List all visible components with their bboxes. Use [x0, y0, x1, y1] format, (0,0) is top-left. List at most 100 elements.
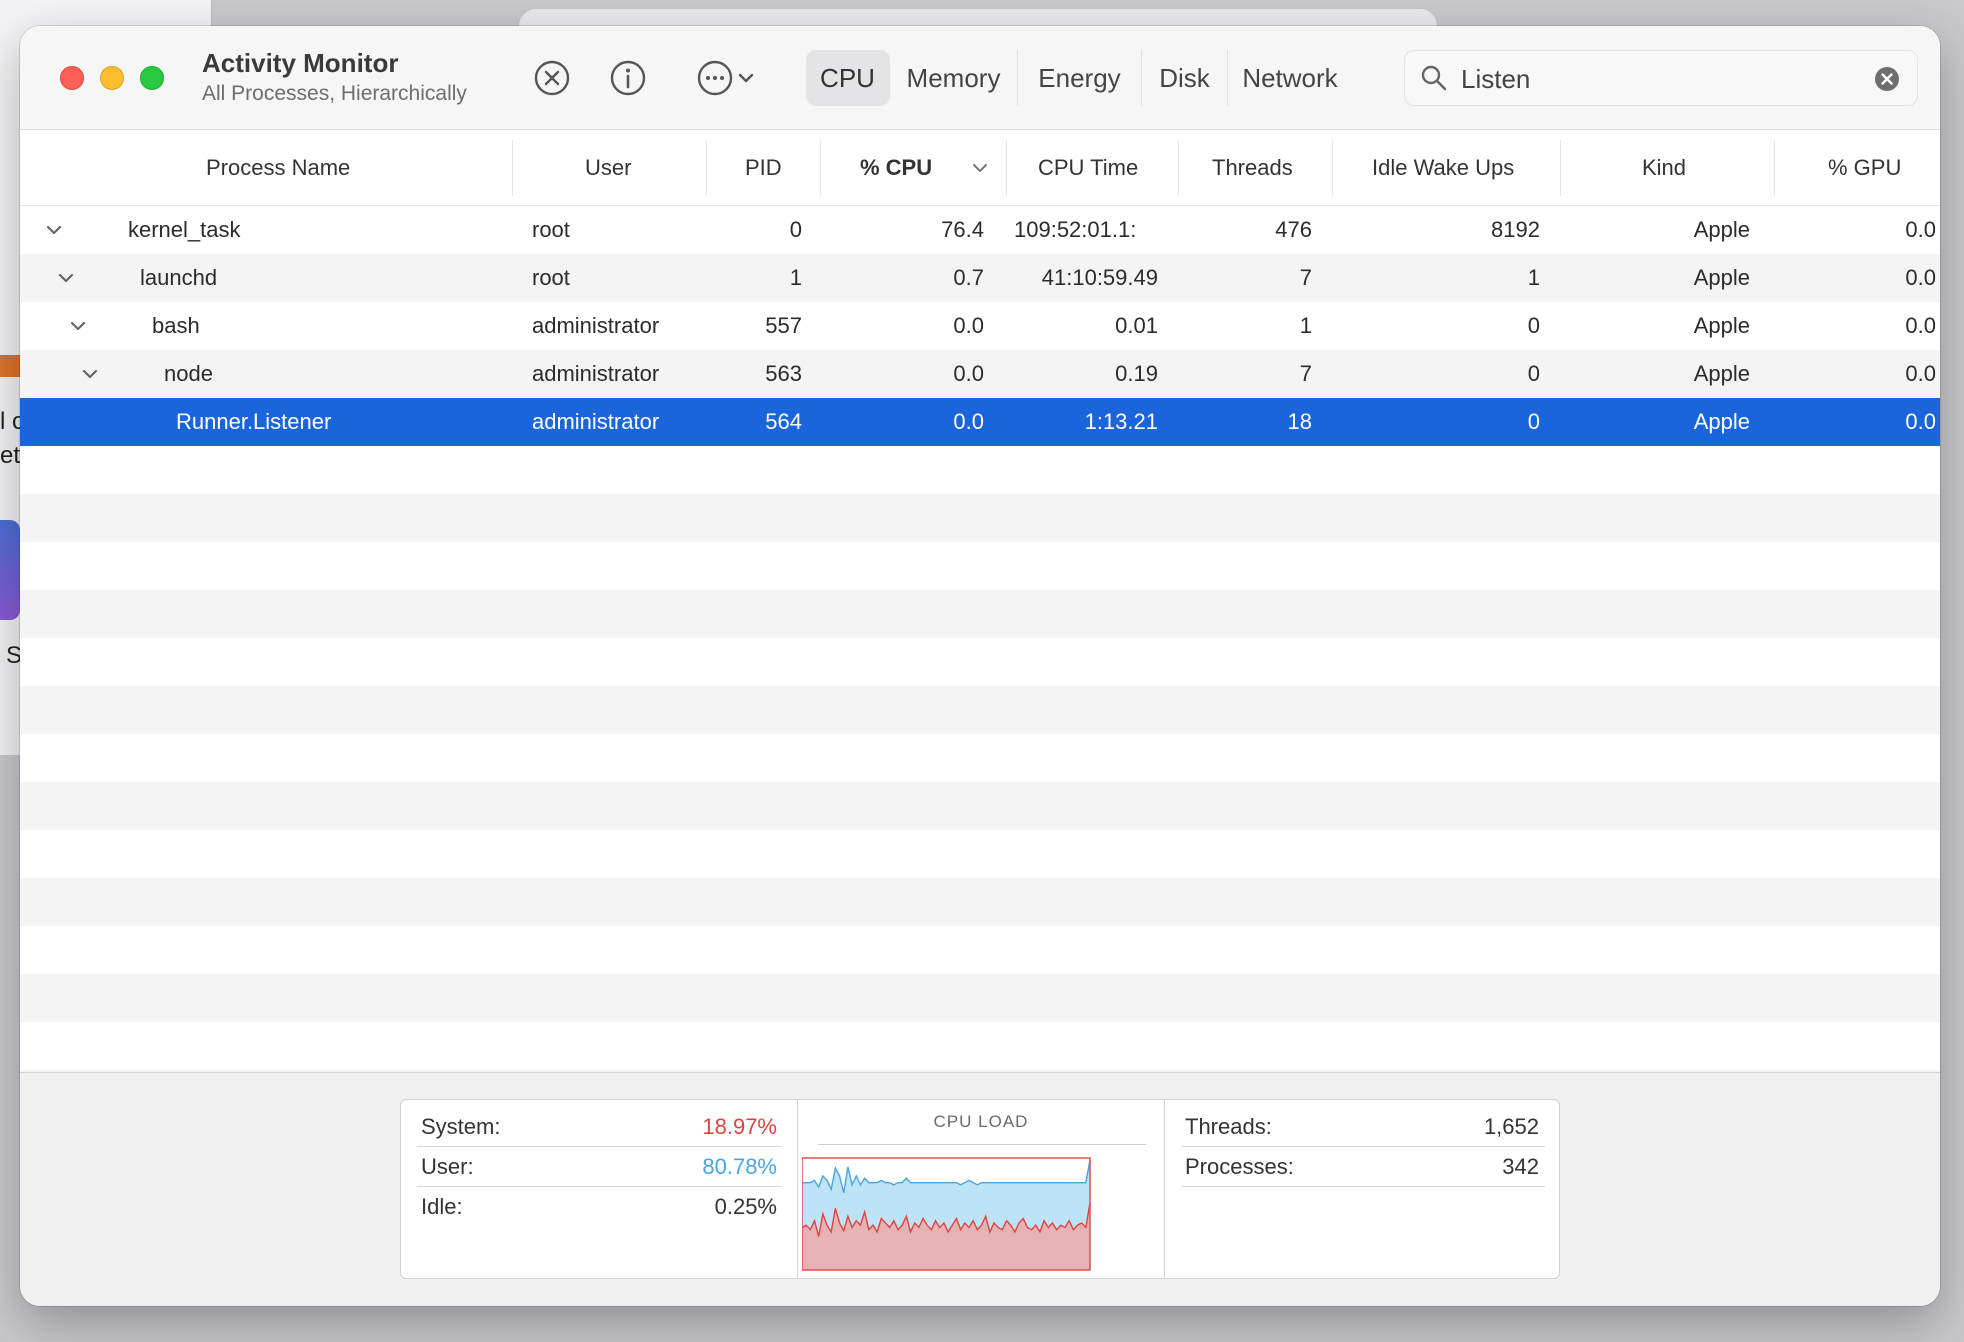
- tab-energy[interactable]: Energy: [1018, 50, 1142, 106]
- idle-value: 0.25%: [714, 1194, 777, 1219]
- column-divider[interactable]: [512, 140, 513, 196]
- column-divider[interactable]: [1006, 140, 1007, 196]
- info-button[interactable]: [606, 56, 650, 100]
- process-kind: Apple: [1693, 409, 1750, 434]
- search-input[interactable]: [1461, 61, 1861, 97]
- process-gpu: 0.0: [1905, 313, 1936, 338]
- processes-label: Processes:: [1185, 1154, 1294, 1179]
- process-cpu: 0.0: [953, 409, 984, 434]
- column-divider[interactable]: [820, 140, 821, 196]
- empty-row: [20, 734, 1940, 782]
- empty-row: [20, 878, 1940, 926]
- column-divider[interactable]: [1178, 140, 1179, 196]
- process-name: kernel_task: [128, 217, 241, 242]
- tab-cpu[interactable]: CPU: [806, 50, 890, 106]
- process-kind: Apple: [1693, 265, 1750, 290]
- clear-search-button[interactable]: [1873, 65, 1901, 93]
- empty-row: [20, 638, 1940, 686]
- process-name: node: [164, 361, 213, 386]
- window-title: Activity Monitor: [202, 48, 399, 78]
- process-idle-wake-ups: 0: [1527, 313, 1540, 338]
- more-actions-button[interactable]: [684, 56, 768, 100]
- view-tabs: CPU Memory Energy Disk Network: [806, 50, 1390, 106]
- idle-label: Idle:: [421, 1194, 463, 1219]
- info-icon: [610, 60, 646, 96]
- process-user: administrator: [532, 361, 660, 386]
- process-cpu-time: 0.19: [1115, 361, 1158, 386]
- minimize-window-button[interactable]: [100, 66, 124, 90]
- column-divider[interactable]: [1332, 140, 1333, 196]
- process-cpu-time: 0.01: [1115, 313, 1158, 338]
- divider: [1181, 1146, 1545, 1147]
- empty-row: [20, 542, 1940, 590]
- column-header-gpu[interactable]: % GPU: [1828, 130, 1901, 206]
- process-kind: Apple: [1693, 217, 1750, 242]
- column-header-kind[interactable]: Kind: [1642, 130, 1686, 206]
- user-value: 80.78%: [702, 1154, 777, 1179]
- zoom-window-button[interactable]: [140, 66, 164, 90]
- disclosure-chevron-icon[interactable]: [66, 314, 90, 338]
- process-table: kernel_task root 0 76.4 109:52:01.1: 476…: [20, 206, 1940, 1094]
- column-header-cpu[interactable]: % CPU: [860, 130, 932, 206]
- process-gpu: 0.0: [1905, 409, 1936, 434]
- process-user: root: [532, 265, 570, 290]
- processes-stat: Processes: 342: [1185, 1148, 1539, 1186]
- process-cpu: 0.0: [953, 361, 984, 386]
- empty-row: [20, 830, 1940, 878]
- table-row[interactable]: launchd root 1 0.7 41:10:59.49 7 1 Apple…: [20, 254, 1940, 302]
- disclosure-chevron-icon[interactable]: [42, 218, 66, 242]
- column-header-cpu-time[interactable]: CPU Time: [1038, 130, 1138, 206]
- activity-monitor-window: Activity Monitor All Processes, Hierarch…: [20, 26, 1940, 1306]
- empty-row: [20, 590, 1940, 638]
- cpu-load-chart: CPU LOAD: [797, 1100, 1165, 1278]
- process-threads: 476: [1275, 217, 1312, 242]
- stop-process-button[interactable]: [530, 56, 574, 100]
- process-user: administrator: [532, 313, 660, 338]
- process-user: administrator: [532, 409, 660, 434]
- search-icon: [1421, 65, 1447, 91]
- divider: [417, 1146, 781, 1147]
- threads-stat: Threads: 1,652: [1185, 1108, 1539, 1146]
- idle-stat: Idle: 0.25%: [421, 1188, 777, 1226]
- process-kind: Apple: [1693, 361, 1750, 386]
- column-header-pid[interactable]: PID: [745, 130, 782, 206]
- table-row[interactable]: node administrator 563 0.0 0.19 7 0 Appl…: [20, 350, 1940, 398]
- column-header-idle-wake-ups[interactable]: Idle Wake Ups: [1372, 130, 1514, 206]
- process-name: Runner.Listener: [176, 409, 332, 434]
- column-divider[interactable]: [1560, 140, 1561, 196]
- chart-title: CPU LOAD: [933, 1112, 1029, 1131]
- threads-value: 1,652: [1483, 1114, 1539, 1139]
- process-name: bash: [152, 313, 200, 338]
- table-row[interactable]: kernel_task root 0 76.4 109:52:01.1: 476…: [20, 206, 1940, 254]
- process-kind: Apple: [1693, 313, 1750, 338]
- tab-network[interactable]: Network: [1228, 50, 1352, 106]
- background-thumbnail: [0, 520, 20, 620]
- tab-disk[interactable]: Disk: [1142, 50, 1228, 106]
- process-gpu: 0.0: [1905, 361, 1936, 386]
- table-header: Process Name User PID % CPU CPU Time Thr…: [20, 130, 1940, 206]
- empty-row: [20, 1022, 1940, 1070]
- process-pid: 563: [765, 361, 802, 386]
- column-header-process-name[interactable]: Process Name: [206, 130, 350, 206]
- system-label: System:: [421, 1114, 501, 1139]
- tab-memory[interactable]: Memory: [890, 50, 1018, 106]
- process-pid: 557: [765, 313, 802, 338]
- disclosure-chevron-icon[interactable]: [54, 266, 78, 290]
- close-window-button[interactable]: [60, 66, 84, 90]
- stop-process-icon: [534, 60, 570, 96]
- process-pid: 0: [789, 217, 802, 242]
- search-field[interactable]: [1404, 50, 1918, 106]
- column-divider[interactable]: [706, 140, 707, 196]
- column-header-threads[interactable]: Threads: [1212, 130, 1293, 206]
- empty-row: [20, 494, 1940, 542]
- column-divider[interactable]: [1774, 140, 1775, 196]
- table-row-selected[interactable]: Runner.Listener administrator 564 0.0 1:…: [20, 398, 1940, 446]
- process-gpu: 0.0: [1905, 265, 1936, 290]
- divider: [417, 1186, 781, 1187]
- table-row[interactable]: bash administrator 557 0.0 0.01 1 0 Appl…: [20, 302, 1940, 350]
- process-user: root: [532, 217, 570, 242]
- disclosure-chevron-icon[interactable]: [78, 362, 102, 386]
- user-stat: User: 80.78%: [421, 1148, 777, 1186]
- empty-row: [20, 782, 1940, 830]
- column-header-user[interactable]: User: [585, 130, 631, 206]
